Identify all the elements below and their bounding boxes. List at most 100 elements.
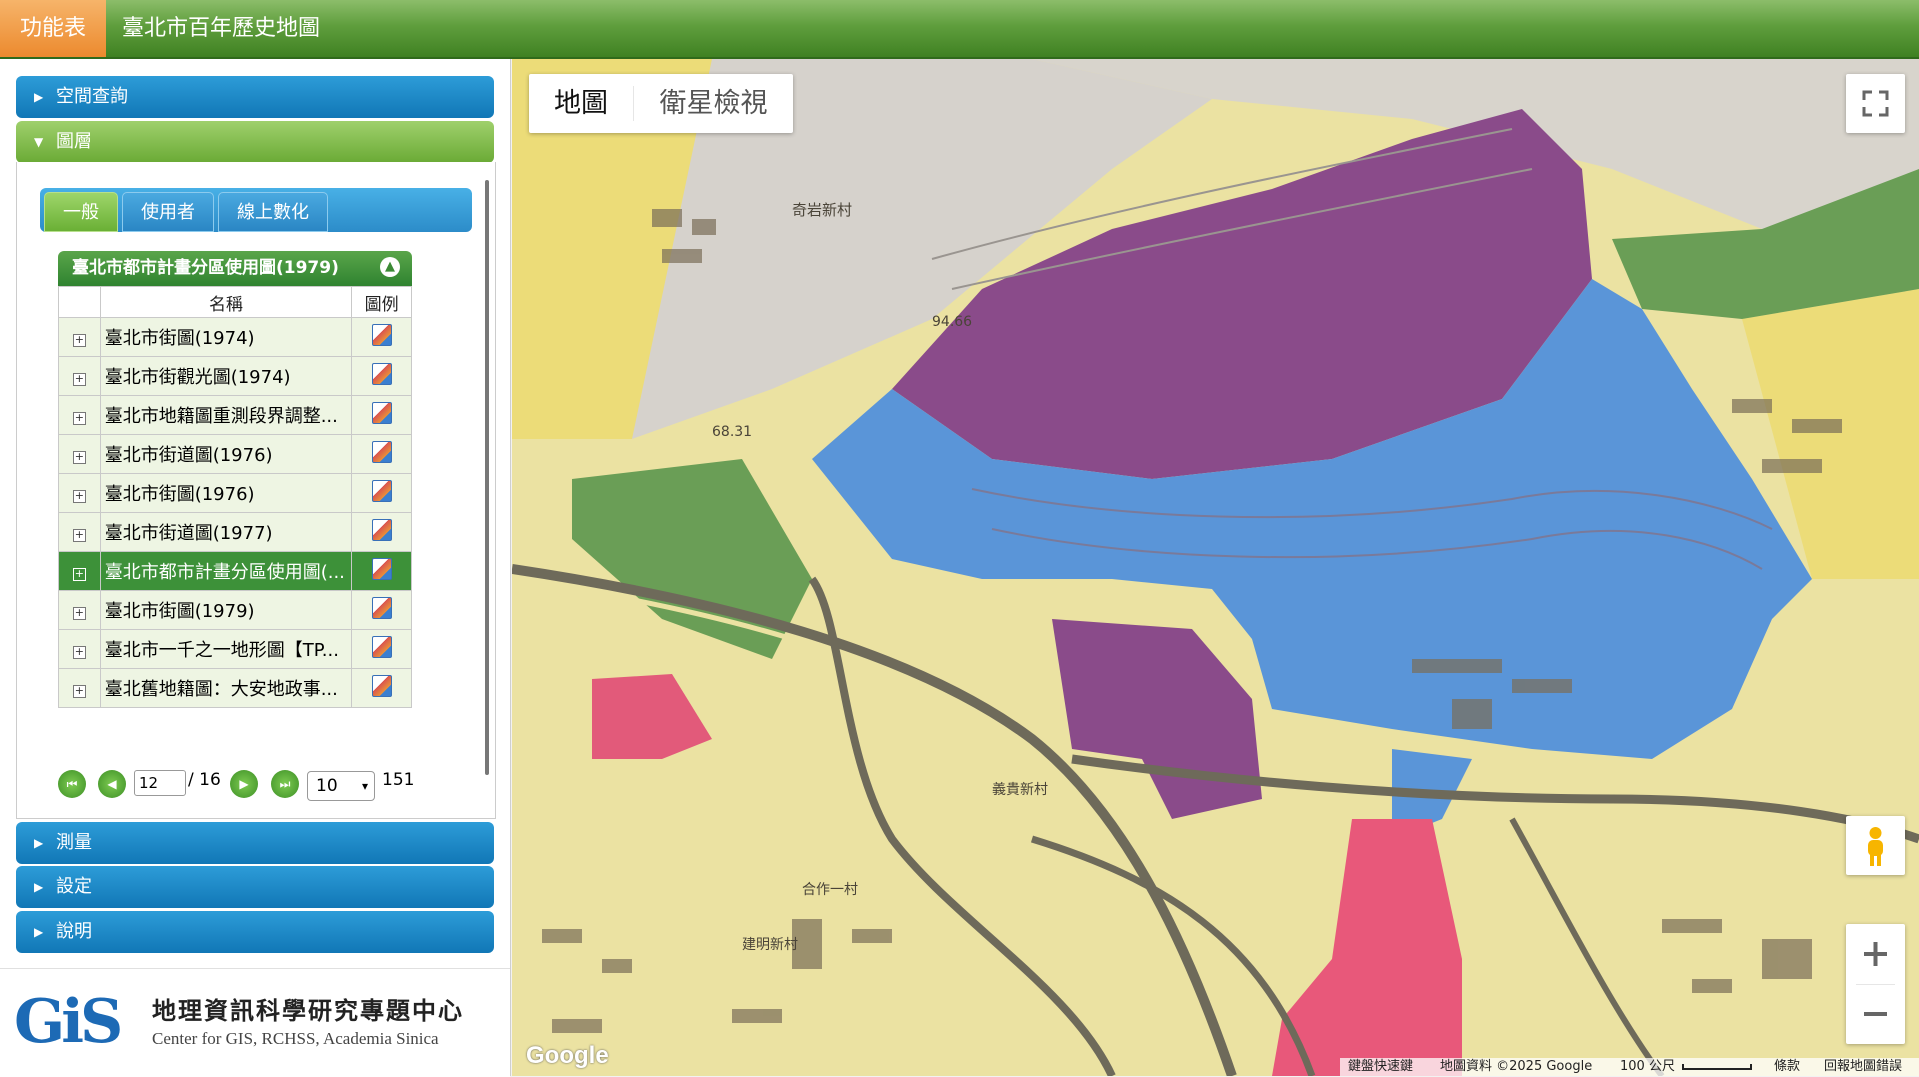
table-row[interactable]: + 臺北市街道圖(1977) <box>58 512 412 552</box>
layer-name: 臺北市地籍圖重測段界調整... <box>99 395 353 435</box>
map-attribution-bar: 鍵盤快速鍵 地圖資料 ©2025 Google 100 公尺 條款 回報地圖錯誤 <box>1340 1058 1919 1076</box>
expand-plus-icon[interactable]: + <box>72 567 86 581</box>
table-row-selected[interactable]: + 臺北市都市計畫分區使用圖(... <box>58 551 412 591</box>
total-pages: / 16 <box>188 770 221 790</box>
zoom-out-button[interactable] <box>1846 984 1905 1044</box>
legend-icon[interactable] <box>371 557 392 580</box>
next-page-icon[interactable]: ▶ <box>230 770 258 798</box>
expand-plus-icon[interactable]: + <box>72 606 86 620</box>
expand-plus-icon[interactable]: + <box>72 372 86 386</box>
map-type-control: 地圖 衛星檢視 <box>529 74 793 133</box>
terms-link[interactable]: 條款 <box>1774 1058 1800 1076</box>
accordion-label: 測量 <box>56 832 92 853</box>
pager: ⏮ ◀ 12 / 16 ▶ ⏭ 10 ▾ 151 <box>58 768 414 808</box>
layer-name: 臺北市都市計畫分區使用圖(... <box>99 551 353 591</box>
page-size-select[interactable]: 10 ▾ <box>307 771 375 801</box>
layer-table: 名稱 圖例 + 臺北市街圖(1974) + 臺北市街觀光圖(1974) + 臺北… <box>58 286 412 708</box>
expand-plus-icon[interactable]: + <box>72 684 86 698</box>
minus-icon <box>1864 1012 1887 1016</box>
map-label: 94.66 <box>932 314 973 330</box>
legend-icon[interactable] <box>371 323 392 346</box>
historical-map-layer <box>512 59 1919 1076</box>
accordion-layers[interactable]: ▼ 圖層 <box>16 121 494 163</box>
tab-general[interactable]: 一般 <box>44 192 118 232</box>
menu-button[interactable]: 功能表 <box>0 0 106 57</box>
panel-scrollbar[interactable] <box>485 180 489 775</box>
layer-name: 臺北市街圖(1974) <box>99 317 353 357</box>
gis-logo: GiS <box>14 987 123 1057</box>
table-row[interactable]: + 臺北市街圖(1974) <box>58 317 412 357</box>
chevron-right-icon: ▶ <box>34 880 44 894</box>
tab-user[interactable]: 使用者 <box>122 192 214 232</box>
expand-plus-icon[interactable]: + <box>72 333 86 347</box>
top-bar: 功能表 臺北市百年歷史地圖 <box>0 0 1919 59</box>
fullscreen-button[interactable] <box>1846 74 1905 133</box>
zoom-in-button[interactable] <box>1846 924 1905 984</box>
layer-name: 臺北市街道圖(1977) <box>99 512 353 552</box>
accordion-settings[interactable]: ▶ 設定 <box>16 866 494 908</box>
google-logo: Google <box>526 1042 609 1069</box>
page-size-value: 10 <box>316 776 338 796</box>
accordion-label: 設定 <box>56 876 92 897</box>
legend-icon[interactable] <box>371 635 392 658</box>
chevron-right-icon: ▶ <box>34 925 44 939</box>
accordion-spatial-query[interactable]: ▶ 空間查詢 <box>16 76 494 118</box>
chevron-down-icon: ▼ <box>34 135 44 149</box>
legend-icon[interactable] <box>371 362 392 385</box>
chevron-down-icon: ▾ <box>361 779 368 793</box>
expand-plus-icon[interactable]: + <box>72 489 86 503</box>
scale-label[interactable]: 100 公尺 <box>1620 1058 1675 1076</box>
prev-page-icon[interactable]: ◀ <box>98 770 126 798</box>
map-canvas[interactable]: 奇岩新村 94.66 68.31 義貴新村 合作一村 建明新村 <box>512 59 1919 1076</box>
legend-icon[interactable] <box>371 596 392 619</box>
keyboard-shortcuts-link[interactable]: 鍵盤快速鍵 <box>1348 1058 1413 1076</box>
table-row[interactable]: + 臺北市地籍圖重測段界調整... <box>58 395 412 435</box>
map-type-satellite-button[interactable]: 衛星檢視 <box>634 74 793 133</box>
accordion-label: 圖層 <box>56 131 92 152</box>
table-row[interactable]: + 臺北市街觀光圖(1974) <box>58 356 412 396</box>
legend-icon[interactable] <box>371 674 392 697</box>
app-title: 臺北市百年歷史地圖 <box>122 16 321 41</box>
street-view-pegman-button[interactable] <box>1846 816 1905 875</box>
expand-plus-icon[interactable]: + <box>72 645 86 659</box>
map-label: 合作一村 <box>802 882 858 898</box>
tab-online-digitize[interactable]: 線上數化 <box>218 192 328 232</box>
map-label: 建明新村 <box>742 937 798 953</box>
org-name-en: Center for GIS, RCHSS, Academia Sinica <box>152 1029 439 1048</box>
accordion-label: 空間查詢 <box>56 86 128 107</box>
layer-table-title: 臺北市都市計畫分區使用圖(1979) ▲ <box>58 251 412 286</box>
fullscreen-icon <box>1862 90 1889 117</box>
last-page-icon[interactable]: ⏭ <box>271 770 299 798</box>
map-data-text: 地圖資料 ©2025 Google <box>1440 1059 1593 1074</box>
scale-bar <box>1682 1064 1752 1070</box>
layer-name: 臺北市街觀光圖(1974) <box>99 356 353 396</box>
expand-plus-icon[interactable]: + <box>72 411 86 425</box>
map-type-map-button[interactable]: 地圖 <box>529 74 633 133</box>
expand-plus-icon[interactable]: + <box>72 450 86 464</box>
accordion-measure[interactable]: ▶ 測量 <box>16 822 494 864</box>
layer-name: 臺北市街道圖(1976) <box>99 434 353 474</box>
report-error-link[interactable]: 回報地圖錯誤 <box>1824 1058 1902 1076</box>
collapse-up-icon[interactable]: ▲ <box>380 257 400 277</box>
chevron-right-icon: ▶ <box>34 90 44 104</box>
table-row[interactable]: + 臺北市街圖(1979) <box>58 590 412 630</box>
accordion-help[interactable]: ▶ 說明 <box>16 911 494 953</box>
table-row[interactable]: + 臺北市街道圖(1976) <box>58 434 412 474</box>
pegman-icon <box>1868 827 1883 866</box>
layer-tabs: 一般 使用者 線上數化 <box>40 188 472 232</box>
map-label: 奇岩新村 <box>792 201 853 219</box>
legend-icon[interactable] <box>371 440 392 463</box>
footer-logo-area: GiS 地理資訊科學研究專題中心 Center for GIS, RCHSS, … <box>0 968 510 1077</box>
map-label: 義貴新村 <box>992 782 1048 798</box>
table-row[interactable]: + 臺北市一千之一地形圖【TP... <box>58 629 412 669</box>
table-row[interactable]: + 臺北舊地籍圖：大安地政事... <box>58 668 412 708</box>
table-row[interactable]: + 臺北市街圖(1976) <box>58 473 412 513</box>
first-page-icon[interactable]: ⏮ <box>58 770 86 798</box>
legend-icon[interactable] <box>371 518 392 541</box>
page-number-input[interactable]: 12 <box>134 770 186 796</box>
legend-icon[interactable] <box>371 401 392 424</box>
col-legend-header: 圖例 <box>351 286 412 318</box>
expand-plus-icon[interactable]: + <box>72 528 86 542</box>
map-label: 68.31 <box>712 424 753 440</box>
legend-icon[interactable] <box>371 479 392 502</box>
